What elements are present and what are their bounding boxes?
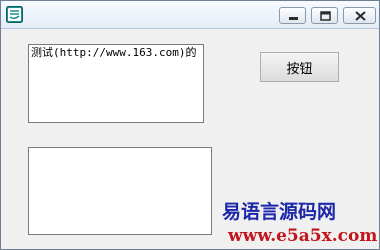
maximize-button[interactable]: [311, 7, 338, 24]
action-button[interactable]: 按钮: [260, 52, 339, 82]
top-text-edit[interactable]: 测试(http://www.163.com)的: [28, 44, 204, 123]
app-icon[interactable]: [6, 6, 23, 23]
title-bar[interactable]: [1, 1, 379, 29]
minimize-button[interactable]: [279, 7, 306, 24]
maximize-icon: [320, 11, 331, 21]
close-button[interactable]: [343, 7, 376, 24]
watermark-url: www.e5a5x.com: [228, 226, 378, 246]
close-icon: [355, 11, 366, 21]
watermark-site-name: 易语言源码网: [222, 201, 337, 223]
top-text-edit-value: 测试(http://www.163.com)的: [31, 46, 197, 59]
minimize-icon: [289, 17, 298, 20]
bottom-text-edit[interactable]: [28, 147, 212, 235]
app-window: 测试(http://www.163.com)的 按钮 易语言源码网 www.e5…: [0, 0, 380, 250]
